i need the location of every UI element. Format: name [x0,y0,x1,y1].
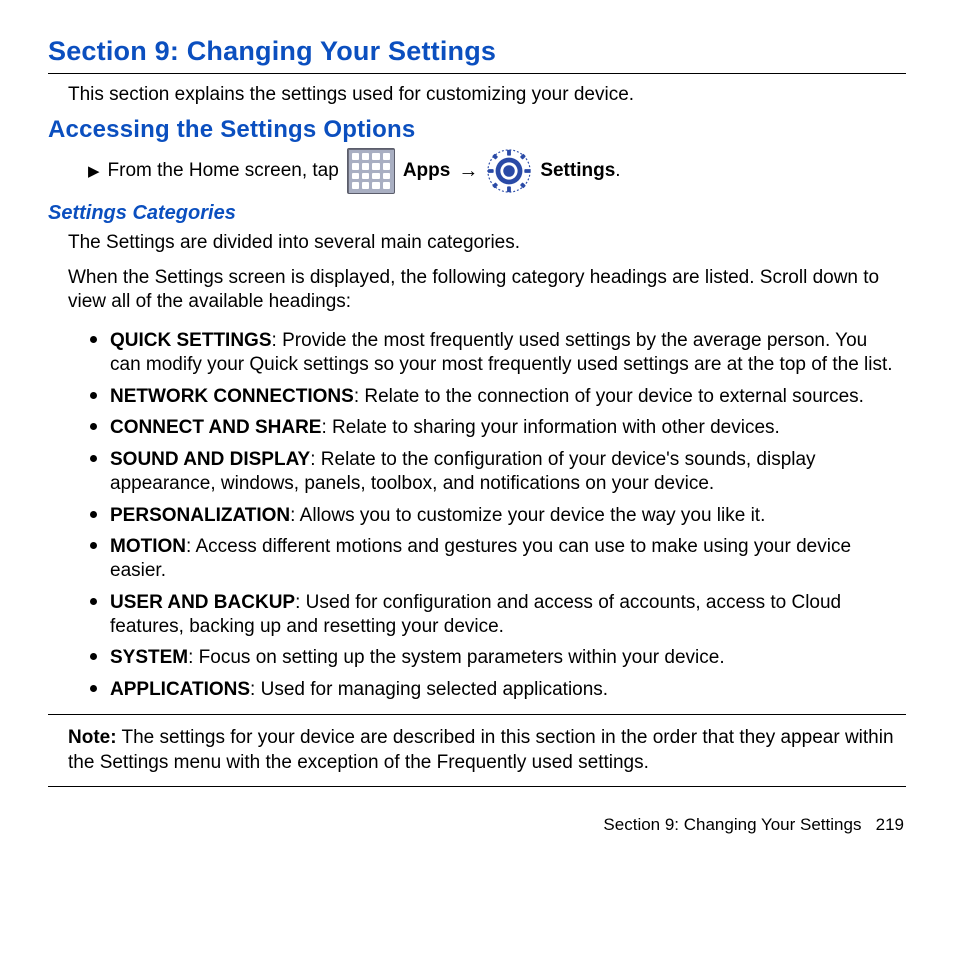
categories-heading: Settings Categories [48,202,906,225]
cat-desc: : Relate to the connection of your devic… [354,386,864,407]
section-title: Section 9: Changing Your Settings [48,36,906,67]
cat-name: USER AND BACKUP [110,592,295,613]
list-item: NETWORK CONNECTIONS: Relate to the conne… [110,381,896,409]
apps-label: Apps [403,160,451,182]
categories-p2: When the Settings screen is displayed, t… [68,266,906,315]
cat-desc: : Relate to sharing your information wit… [321,417,779,438]
list-item: APPLICATIONS: Used for managing selected… [110,674,896,702]
page-container: Section 9: Changing Your Settings This s… [0,0,954,855]
categories-list: QUICK SETTINGS: Provide the most frequen… [88,325,906,702]
step-lead-text: From the Home screen, tap [108,160,339,182]
settings-label-wrap: Settings. [540,160,620,182]
list-item: SOUND AND DISPLAY: Relate to the configu… [110,444,896,496]
cat-name: QUICK SETTINGS [110,330,272,351]
settings-gear-icon [486,148,532,194]
settings-period: . [615,160,620,181]
cat-name: NETWORK CONNECTIONS [110,386,354,407]
accessing-heading: Accessing the Settings Options [48,116,906,144]
bullet-triangle-icon: ▶ [88,162,100,180]
apps-grid-icon [347,148,395,194]
cat-desc: : Allows you to customize your device th… [290,505,765,526]
cat-name: SOUND AND DISPLAY [110,449,310,470]
note-block: Note: The settings for your device are d… [48,714,906,787]
page-footer: Section 9: Changing Your Settings 219 [48,815,906,835]
cat-name: PERSONALIZATION [110,505,290,526]
categories-p1: The Settings are divided into several ma… [68,231,906,256]
note-label: Note: [68,727,117,748]
footer-page-number: 219 [876,815,904,834]
cat-name: SYSTEM [110,647,188,668]
settings-label: Settings [540,160,615,181]
list-item: QUICK SETTINGS: Provide the most frequen… [110,325,896,377]
list-item: CONNECT AND SHARE: Relate to sharing you… [110,412,896,440]
cat-desc: : Focus on setting up the system paramet… [188,647,724,668]
list-item: SYSTEM: Focus on setting up the system p… [110,642,896,670]
step-instruction: ▶ From the Home screen, tap Apps → [88,148,906,194]
arrow-right-icon: → [458,160,478,183]
cat-desc: : Access different motions and gestures … [110,536,851,581]
cat-name: CONNECT AND SHARE [110,417,321,438]
cat-name: MOTION [110,536,186,557]
cat-desc: : Used for managing selected application… [250,679,608,700]
intro-text: This section explains the settings used … [68,84,906,106]
cat-name: APPLICATIONS [110,679,250,700]
note-body: The settings for your device are describ… [68,727,894,774]
title-divider [48,73,906,74]
list-item: PERSONALIZATION: Allows you to customize… [110,500,896,528]
list-item: MOTION: Access different motions and ges… [110,531,896,583]
footer-section: Section 9: Changing Your Settings [603,815,861,834]
list-item: USER AND BACKUP: Used for configuration … [110,587,896,639]
